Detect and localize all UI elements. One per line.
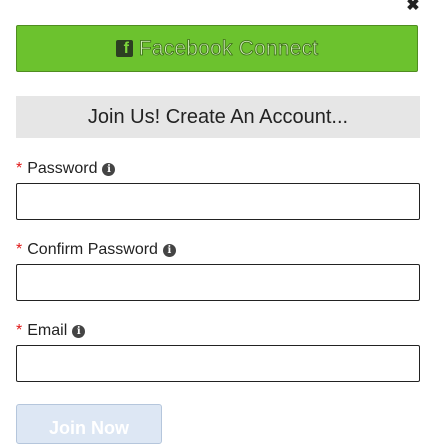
- create-account-banner: Join Us! Create An Account...: [16, 96, 420, 138]
- password-label: * Password i: [16, 160, 116, 178]
- confirm-password-label-text: Confirm Password: [27, 241, 158, 258]
- facebook-connect-button[interactable]: f Facebook Connect: [16, 25, 418, 72]
- email-label: * Email i: [16, 322, 86, 340]
- email-label-text: Email: [27, 322, 68, 339]
- required-marker: *: [16, 322, 23, 339]
- close-icon[interactable]: ✖: [404, 0, 422, 14]
- password-field[interactable]: [16, 183, 420, 220]
- banner-title: Join Us! Create An Account...: [87, 105, 349, 128]
- password-label-text: Password: [27, 160, 98, 177]
- confirm-password-label: * Confirm Password i: [16, 241, 176, 259]
- facebook-logo-icon: f: [115, 40, 133, 57]
- facebook-connect-label: Facebook Connect: [138, 36, 319, 60]
- required-marker: *: [16, 160, 23, 177]
- email-field[interactable]: [16, 345, 420, 382]
- join-now-button[interactable]: Join Now: [16, 404, 162, 444]
- required-marker: *: [16, 241, 23, 258]
- info-icon[interactable]: i: [72, 324, 86, 338]
- info-icon[interactable]: i: [162, 243, 176, 257]
- join-now-label: Join Now: [49, 418, 129, 438]
- info-icon[interactable]: i: [102, 162, 116, 176]
- confirm-password-field[interactable]: [16, 264, 420, 301]
